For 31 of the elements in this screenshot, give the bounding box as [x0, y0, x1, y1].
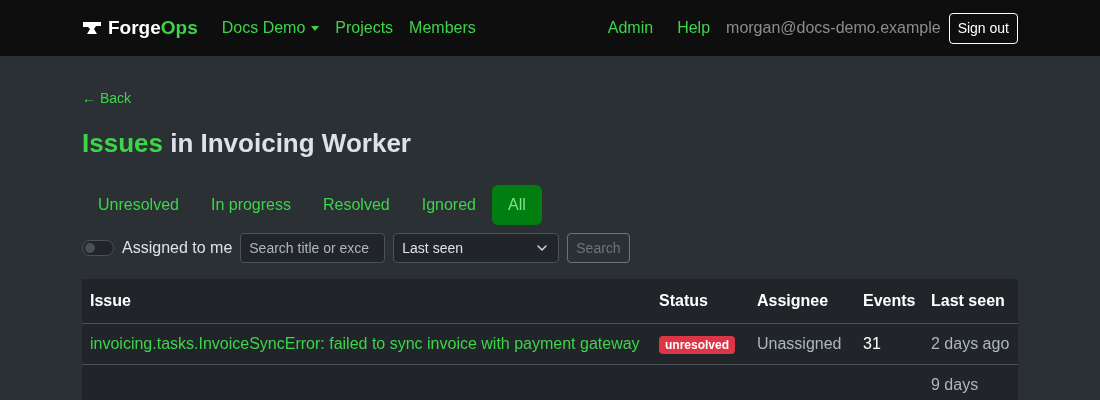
nav-link[interactable]: Members	[409, 16, 476, 40]
page-title: Issues in Invoicing Worker	[82, 127, 412, 160]
back-link[interactable]: ← Back	[82, 90, 131, 106]
brand-logo[interactable]: ForgeOps	[108, 13, 198, 43]
caret-icon	[311, 25, 320, 31]
sign-out-button[interactable]: Sign out	[948, 12, 1018, 44]
filter-tab[interactable]: Ignored	[405, 185, 492, 225]
nav-link[interactable]: Docs Demo	[221, 16, 320, 40]
nav-link[interactable]: Projects	[335, 16, 394, 40]
issue-link[interactable]: invoicing.tasks.InvoiceSyncError: failed to sync invoice with payment gateway	[90, 335, 640, 352]
events-count: 31	[863, 335, 881, 352]
column-header: Issue	[89, 291, 132, 311]
column-header: Events	[862, 291, 917, 311]
filter-tab[interactable]: Unresolved	[82, 185, 195, 225]
status-badge: unresolved	[659, 336, 736, 354]
assignee-text: Unassigned	[757, 335, 842, 352]
anvil-icon	[82, 21, 102, 35]
user-email: morgan@docs-demo.example	[726, 18, 941, 38]
last-seen-text: 9 days	[931, 376, 979, 393]
search-field[interactable]: Search title or exce	[240, 233, 386, 263]
nav-link[interactable]: Admin	[607, 16, 654, 40]
sort-select[interactable]: Last seen	[393, 233, 560, 263]
filter-tab[interactable]: In progress	[194, 185, 307, 225]
column-header: Assignee	[756, 291, 830, 311]
filter-tab[interactable]: Resolved	[307, 185, 406, 225]
nav-link[interactable]: Help	[677, 16, 711, 40]
last-seen-text: 2 days ago	[931, 335, 1010, 352]
column-header: Status	[658, 291, 709, 311]
column-header: Last seen	[930, 291, 1006, 311]
toggle-switch[interactable]	[82, 240, 114, 256]
toggle-label: Assigned to me	[122, 238, 233, 258]
